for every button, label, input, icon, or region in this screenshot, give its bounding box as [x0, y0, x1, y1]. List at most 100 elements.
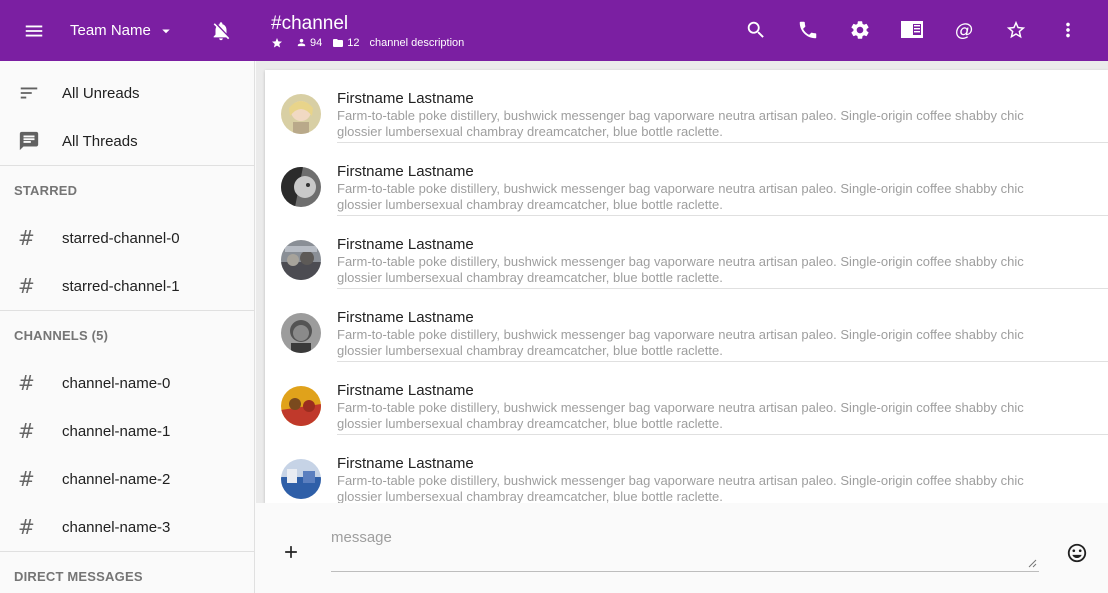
caret-down-icon — [162, 29, 170, 33]
message-list[interactable]: Firstname Lastname Farm-to-table poke di… — [265, 70, 1108, 503]
team-selector[interactable]: Team Name — [70, 22, 175, 40]
avatar[interactable] — [281, 386, 321, 426]
settings-icon — [851, 21, 869, 39]
direct-messages-header: DIRECT MESSAGES — [14, 568, 143, 584]
avatar[interactable] — [281, 313, 321, 353]
sidebar-top-group: All Unreads All Threads — [0, 61, 254, 165]
sidebar-item-label: channel-name-1 — [62, 422, 171, 440]
message-author: Firstname Lastname — [337, 236, 474, 253]
sidebar-item-label: All Threads — [62, 132, 138, 150]
message-text: Farm-to-table poke distillery, bushwick … — [337, 254, 1024, 285]
hash-icon: # — [18, 515, 35, 539]
star-outline-icon — [1006, 20, 1026, 39]
settings-button[interactable] — [834, 8, 886, 52]
add-attachment-button[interactable] — [276, 537, 306, 567]
hash-icon: # — [18, 371, 35, 395]
bell-off-icon — [213, 21, 230, 40]
menu-button[interactable] — [10, 7, 58, 55]
avatar[interactable] — [281, 240, 321, 280]
search-button[interactable] — [730, 8, 782, 52]
app-bar-actions: @ — [730, 8, 1094, 52]
app-bar: Team Name #channel 94 12 channel descrip… — [0, 0, 1108, 61]
plus-icon — [285, 546, 297, 558]
sidebar-item-label: All Unreads — [62, 84, 140, 102]
sidebar-item-starred-channel-0[interactable]: # starred-channel-0 — [0, 214, 254, 262]
message-text: Farm-to-table poke distillery, bushwick … — [337, 400, 1024, 431]
message-author: Firstname Lastname — [337, 455, 474, 472]
search-icon — [747, 21, 764, 38]
sidebar: All Unreads All Threads STARRED # starre… — [0, 61, 255, 593]
members-count: 94 — [310, 36, 323, 49]
message-icon — [19, 131, 39, 151]
favorite-button[interactable] — [990, 8, 1042, 52]
members-meta[interactable]: 94 — [296, 37, 322, 49]
star-icon — [272, 37, 282, 47]
mentions-button[interactable]: @ — [938, 8, 990, 52]
avatar[interactable] — [281, 459, 321, 499]
sidebar-item-channel-name-0[interactable]: # channel-name-0 — [0, 359, 254, 407]
channel-title: #channel — [271, 12, 349, 34]
emoji-icon — [1067, 543, 1087, 563]
message-item[interactable]: Firstname Lastname Farm-to-table poke di… — [265, 435, 1108, 503]
sidebar-item-channel-name-3[interactable]: # channel-name-3 — [0, 503, 254, 551]
notifications-off-button[interactable] — [201, 11, 241, 51]
sidebar-item-channel-name-1[interactable]: # channel-name-1 — [0, 407, 254, 455]
svg-text:@: @ — [955, 20, 973, 41]
call-button[interactable] — [782, 8, 834, 52]
files-count: 12 — [347, 36, 360, 49]
channels-header: CHANNELS (5) — [14, 327, 109, 343]
menu-icon — [25, 25, 43, 36]
message-author: Firstname Lastname — [337, 90, 474, 107]
more-button[interactable] — [1042, 8, 1094, 52]
star-meta — [271, 37, 286, 49]
hash-icon: # — [18, 274, 35, 298]
more-vert-icon — [1066, 22, 1070, 38]
channel-meta: 94 12 channel description — [271, 37, 474, 49]
resize-grip-icon[interactable] — [1028, 559, 1037, 568]
avatar[interactable] — [281, 94, 321, 134]
message-item[interactable]: Firstname Lastname Farm-to-table poke di… — [265, 289, 1108, 362]
hash-icon: # — [18, 467, 35, 491]
avatar[interactable] — [281, 167, 321, 207]
channel-description: channel description — [369, 36, 465, 49]
message-item[interactable]: Firstname Lastname Farm-to-table poke di… — [265, 143, 1108, 216]
message-author: Firstname Lastname — [337, 309, 474, 326]
message-composer — [256, 503, 1108, 593]
files-meta[interactable]: 12 — [332, 36, 360, 49]
sidebar-item-label: channel-name-3 — [62, 518, 171, 536]
message-text: Farm-to-table poke distillery, bushwick … — [337, 108, 1024, 139]
message-input[interactable] — [331, 525, 1039, 569]
sidebar-item-channel-name-2[interactable]: # channel-name-2 — [0, 455, 254, 503]
message-author: Firstname Lastname — [337, 163, 474, 180]
toggle-panel-button[interactable] — [886, 8, 938, 52]
team-header: Team Name — [0, 0, 255, 61]
channel-header: #channel 94 12 channel description — [271, 13, 474, 49]
message-item[interactable]: Firstname Lastname Farm-to-table poke di… — [265, 362, 1108, 435]
folder-icon — [333, 38, 344, 47]
sidebar-item-label: starred-channel-0 — [62, 229, 180, 247]
person-icon — [297, 38, 306, 47]
sidebar-item-starred-channel-1[interactable]: # starred-channel-1 — [0, 262, 254, 310]
sort-icon — [20, 87, 38, 99]
starred-header: STARRED — [14, 182, 78, 198]
phone-icon — [799, 21, 817, 39]
sidebar-panel-icon — [901, 21, 923, 38]
message-item[interactable]: Firstname Lastname Farm-to-table poke di… — [265, 70, 1108, 143]
emoji-button[interactable] — [1064, 540, 1090, 566]
sidebar-item-label: channel-name-0 — [62, 374, 171, 392]
message-author: Firstname Lastname — [337, 382, 474, 399]
message-text: Farm-to-table poke distillery, bushwick … — [337, 327, 1024, 358]
team-name: Team Name — [70, 22, 151, 39]
message-text: Farm-to-table poke distillery, bushwick … — [337, 181, 1024, 212]
message-item[interactable]: Firstname Lastname Farm-to-table poke di… — [265, 216, 1108, 289]
sidebar-item-label: starred-channel-1 — [62, 277, 180, 295]
message-input-wrapper — [331, 525, 1039, 572]
hash-icon: # — [18, 419, 35, 443]
sidebar-item-all-threads[interactable]: All Threads — [0, 117, 254, 165]
message-text: Farm-to-table poke distillery, bushwick … — [337, 473, 1024, 503]
hash-icon: # — [18, 226, 35, 250]
mention-icon: @ — [955, 20, 973, 41]
message-area: Firstname Lastname Farm-to-table poke di… — [256, 61, 1108, 503]
sidebar-item-label: channel-name-2 — [62, 470, 171, 488]
sidebar-item-all-unreads[interactable]: All Unreads — [0, 69, 254, 117]
